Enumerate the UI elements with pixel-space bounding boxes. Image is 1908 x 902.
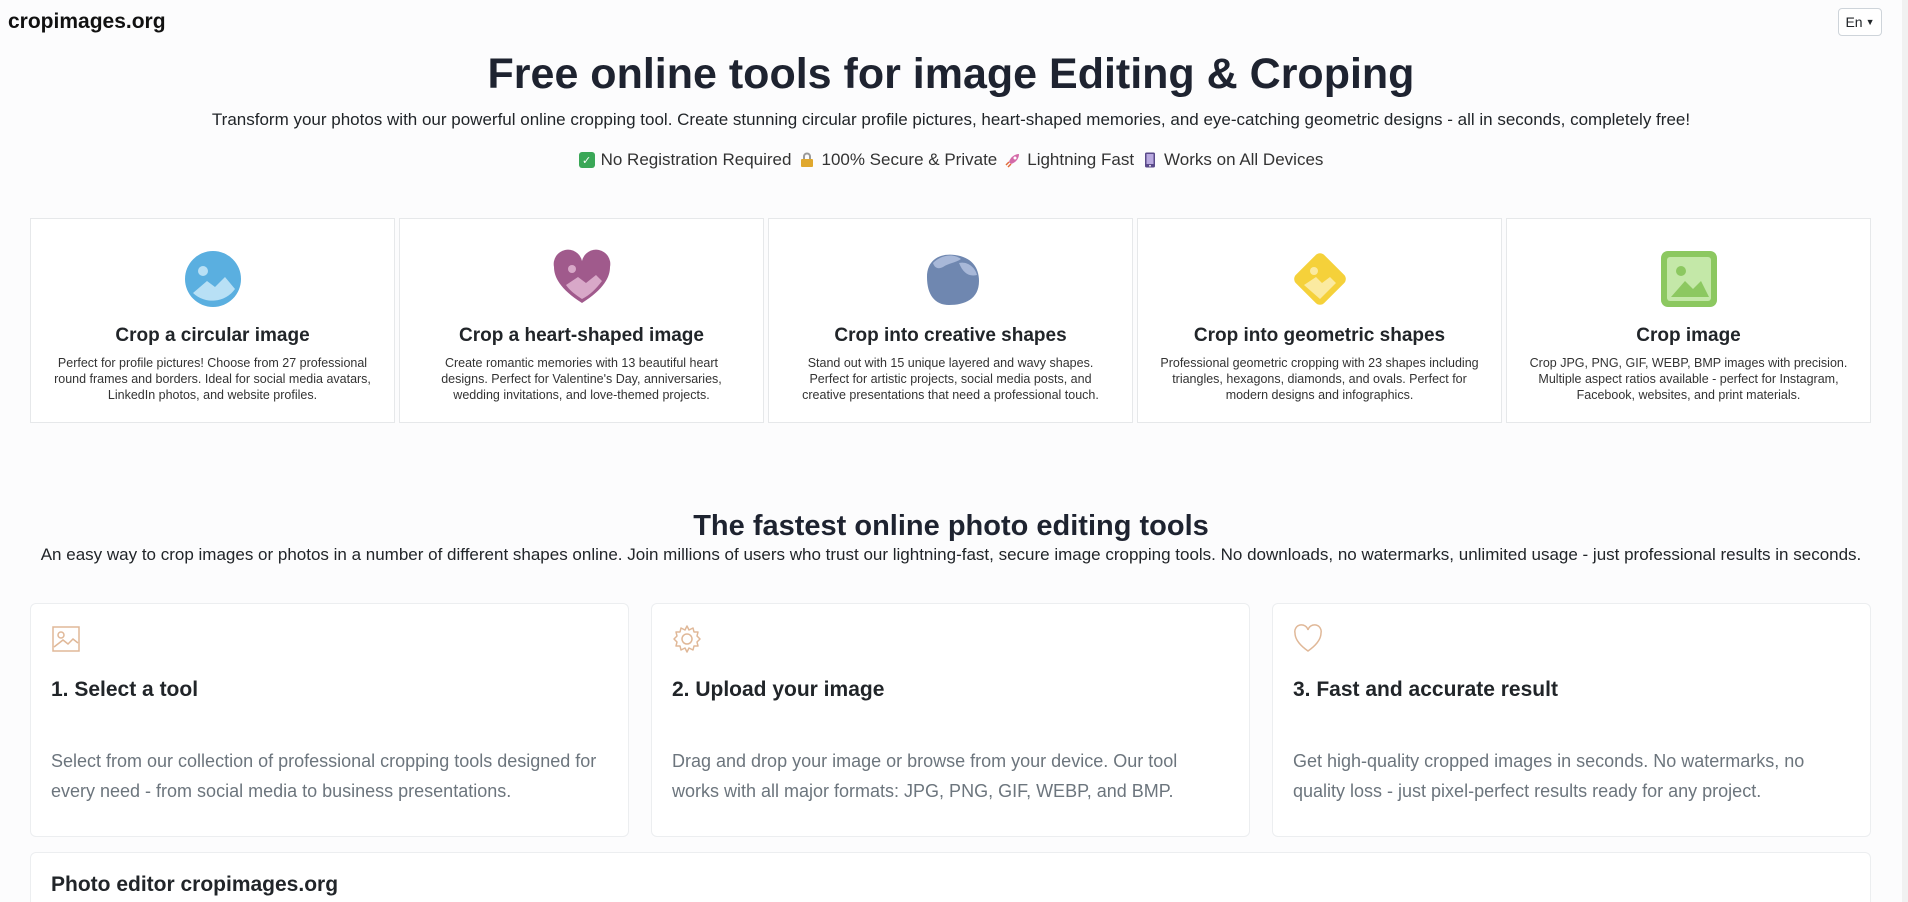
tool-title: Crop into creative shapes bbox=[834, 325, 1067, 346]
heart-image-icon bbox=[553, 249, 610, 303]
step-card-select: 1. Select a tool Select from our collect… bbox=[30, 603, 629, 837]
tool-card-crop[interactable]: Crop image Crop JPG, PNG, GIF, WEBP, BMP… bbox=[1506, 218, 1871, 423]
features-row: ✓ No Registration Required 100% Secure &… bbox=[0, 150, 1902, 170]
tool-description: Stand out with 15 unique layered and wav… bbox=[802, 356, 1099, 402]
square-image-icon bbox=[1660, 251, 1717, 307]
step-card-result: 3. Fast and accurate result Get high-qua… bbox=[1272, 603, 1871, 837]
step-description: Drag and drop your image or browse from … bbox=[672, 751, 1178, 801]
tool-description: Perfect for profile pictures! Choose fro… bbox=[54, 356, 371, 402]
tool-description: Crop JPG, PNG, GIF, WEBP, BMP images wit… bbox=[1529, 356, 1848, 402]
step-card-upload: 2. Upload your image Drag and drop your … bbox=[651, 603, 1250, 837]
steps-row: 1. Select a tool Select from our collect… bbox=[30, 603, 1871, 837]
feature-label: No Registration Required bbox=[600, 150, 792, 169]
tool-description: Professional geometric cropping with 23 … bbox=[1160, 356, 1479, 402]
photo-editor-card: Photo editor cropimages.org bbox=[30, 852, 1871, 902]
language-label: En bbox=[1845, 14, 1863, 30]
tool-card-heart[interactable]: Crop a heart-shaped image Create romanti… bbox=[399, 218, 764, 423]
feature-secure: 100% Secure & Private bbox=[799, 150, 997, 170]
heart-outline-icon bbox=[1294, 624, 1322, 652]
brand-logo[interactable]: cropimages.org bbox=[8, 10, 166, 34]
step-description: Get high-quality cropped images in secon… bbox=[1293, 751, 1805, 801]
tool-title: Crop image bbox=[1636, 325, 1741, 346]
tool-card-circle[interactable]: Crop a circular image Perfect for profil… bbox=[30, 218, 395, 423]
language-selector[interactable]: En ▼ bbox=[1838, 8, 1882, 36]
feature-fast: Lightning Fast bbox=[1005, 150, 1134, 170]
section-subtitle: An easy way to crop images or photos in … bbox=[40, 545, 1862, 564]
page-title: Free online tools for image Editing & Cr… bbox=[487, 50, 1415, 98]
mobile-icon bbox=[1142, 152, 1158, 168]
check-icon: ✓ bbox=[578, 152, 595, 168]
rocket-icon bbox=[1005, 152, 1021, 168]
editor-title: Photo editor cropimages.org bbox=[51, 873, 339, 896]
feature-label: Works on All Devices bbox=[1164, 150, 1324, 169]
creative-shape-icon bbox=[926, 254, 979, 305]
diamond-image-icon bbox=[1293, 253, 1346, 305]
tool-description: Create romantic memories with 13 beautif… bbox=[441, 356, 722, 402]
step-title: 2. Upload your image bbox=[672, 678, 885, 701]
step-description: Select from our collection of profession… bbox=[51, 751, 597, 801]
gear-outline-icon bbox=[673, 625, 701, 653]
tool-card-creative[interactable]: Crop into creative shapes Stand out with… bbox=[768, 218, 1133, 423]
circle-image-icon bbox=[184, 251, 241, 307]
tool-title: Crop a heart-shaped image bbox=[459, 325, 704, 346]
feature-devices: Works on All Devices bbox=[1142, 150, 1323, 170]
feature-no-registration: ✓ No Registration Required bbox=[578, 150, 792, 170]
caret-down-icon: ▼ bbox=[1865, 17, 1875, 27]
feature-label: 100% Secure & Private bbox=[821, 150, 998, 169]
step-title: 3. Fast and accurate result bbox=[1293, 678, 1558, 701]
step-title: 1. Select a tool bbox=[51, 678, 199, 701]
section-title: The fastest online photo editing tools bbox=[693, 510, 1209, 542]
lock-icon bbox=[799, 152, 815, 168]
tools-grid: Crop a circular image Perfect for profil… bbox=[30, 218, 1871, 423]
image-outline-icon bbox=[52, 626, 80, 652]
scrollbar[interactable] bbox=[1902, 0, 1908, 902]
feature-label: Lightning Fast bbox=[1027, 150, 1135, 169]
hero-subtitle: Transform your photos with our powerful … bbox=[211, 110, 1691, 129]
tool-card-geometric[interactable]: Crop into geometric shapes Professional … bbox=[1137, 218, 1502, 423]
tool-title: Crop into geometric shapes bbox=[1193, 325, 1446, 346]
tool-title: Crop a circular image bbox=[115, 325, 310, 346]
